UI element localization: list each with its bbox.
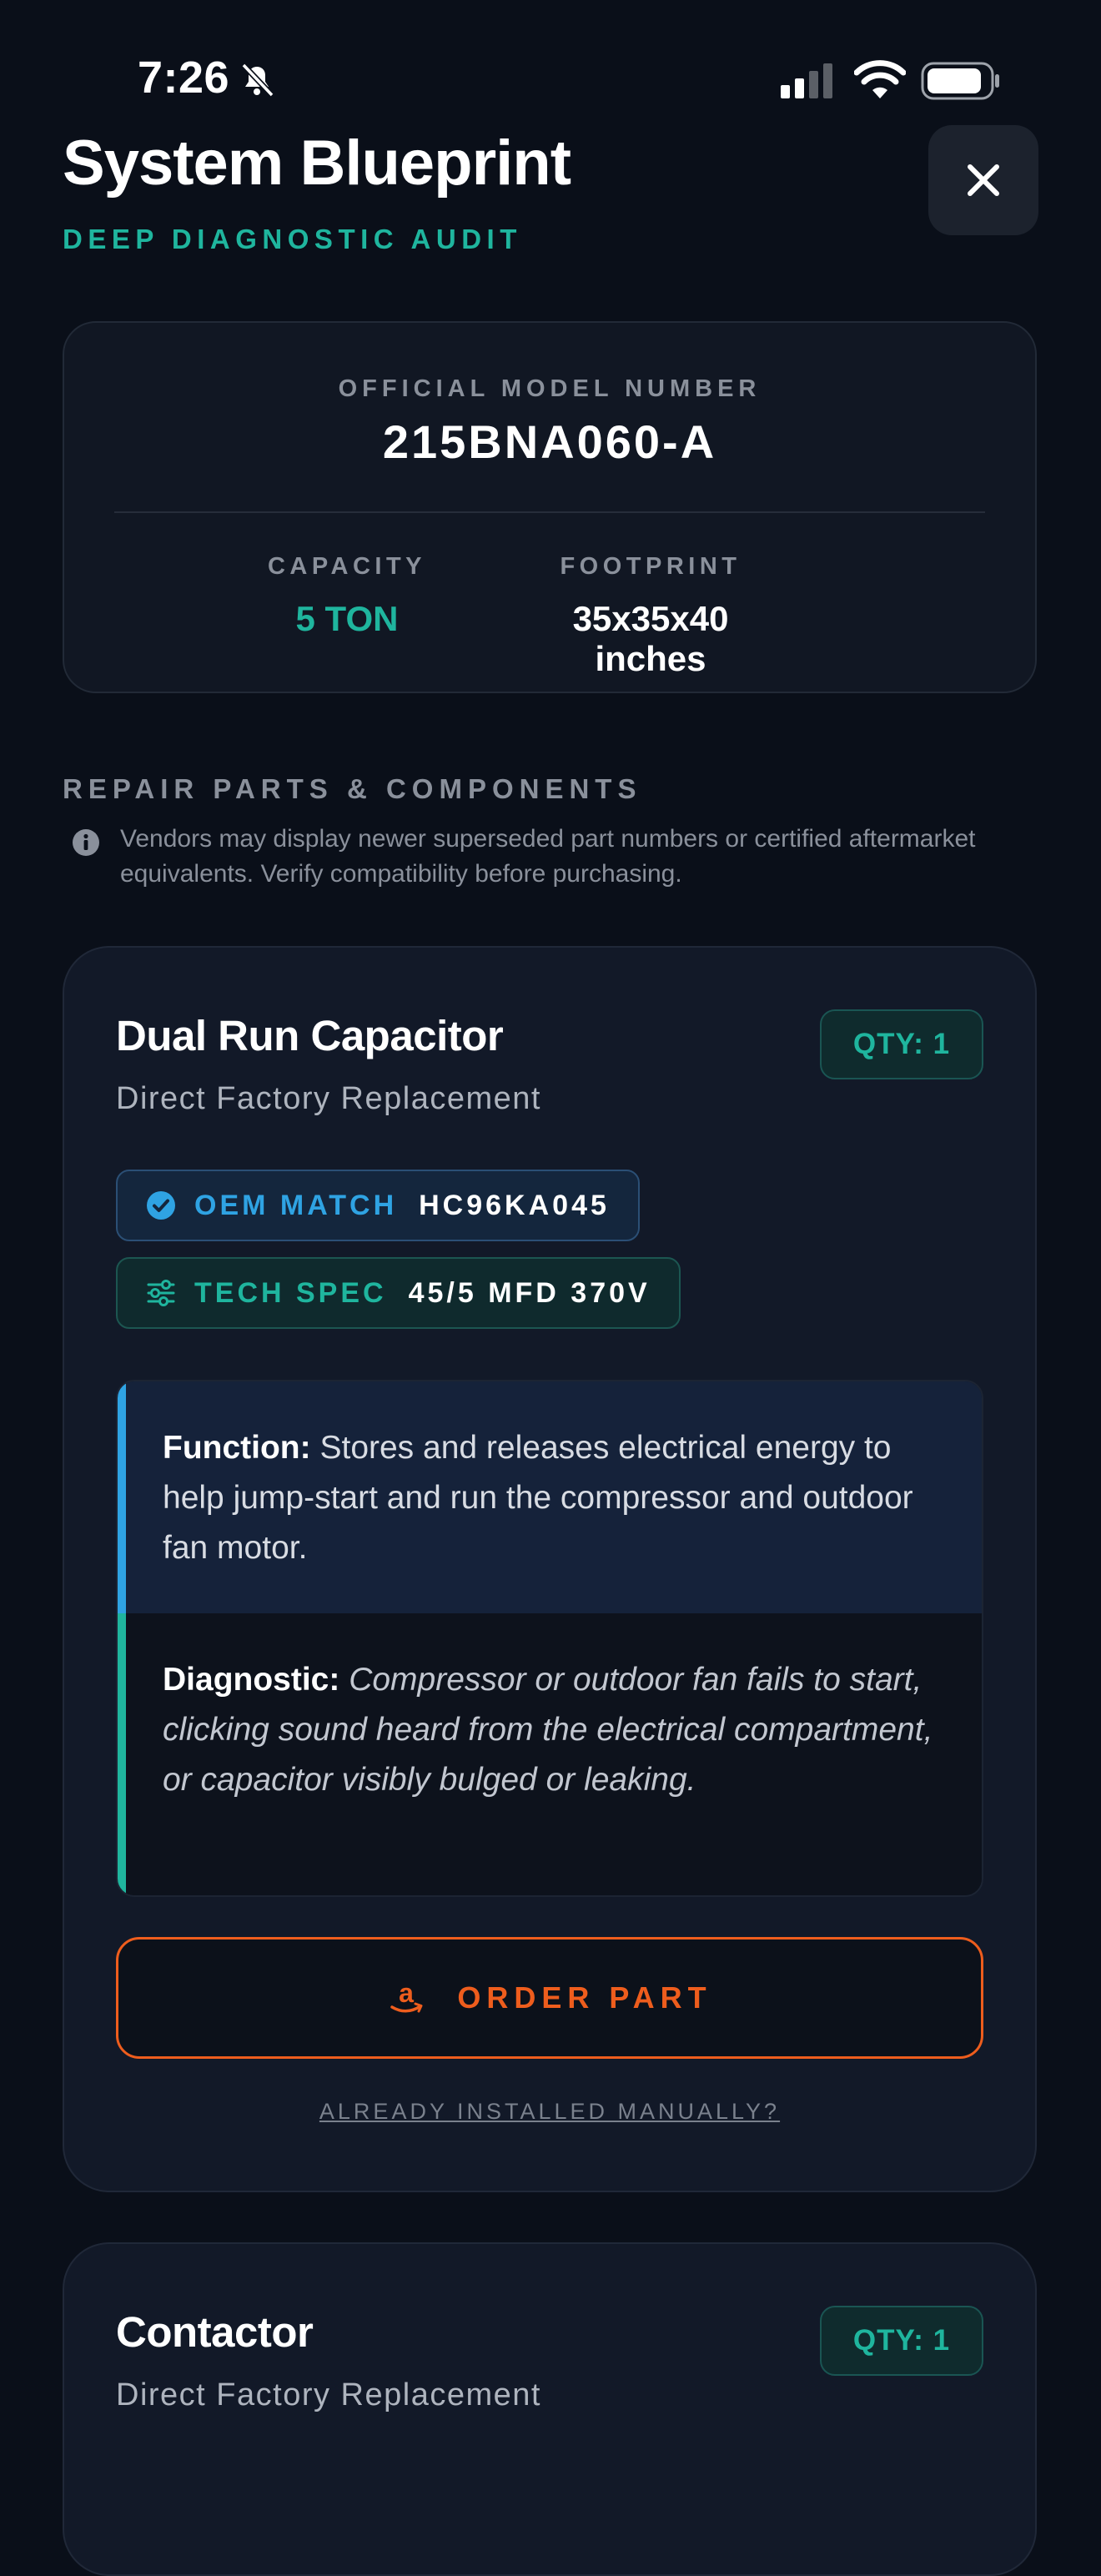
part-subtitle: Direct Factory Replacement xyxy=(116,2377,541,2412)
order-part-button[interactable]: a ORDER PART xyxy=(116,1937,983,2059)
capacity-spec: CAPACITY 5 TON xyxy=(255,553,439,639)
page-title: System Blueprint xyxy=(63,128,571,199)
bell-slash-icon xyxy=(241,63,274,98)
status-bar: 7:26 xyxy=(0,0,1101,125)
close-icon xyxy=(968,164,999,196)
part-card: Contactor Direct Factory Replacement QTY… xyxy=(63,2242,1037,2576)
footprint-label: FOOTPRINT xyxy=(560,553,742,580)
already-installed-link[interactable]: ALREADY INSTALLED MANUALLY? xyxy=(64,2099,1035,2125)
status-time: 7:26 xyxy=(138,53,230,103)
function-label: Function: xyxy=(163,1430,311,1466)
page-subtitle: DEEP DIAGNOSTIC AUDIT xyxy=(63,224,522,254)
part-name: Dual Run Capacitor xyxy=(116,1012,504,1059)
tech-spec-label: TECH SPEC xyxy=(194,1276,387,1309)
function-block: Function: Stores and releases electrical… xyxy=(118,1381,982,1613)
diagnostic-label: Diagnostic: xyxy=(163,1662,340,1698)
part-card: Dual Run Capacitor Direct Factory Replac… xyxy=(63,946,1037,2192)
diagnostic-block: Diagnostic: Compressor or outdoor fan fa… xyxy=(118,1613,982,1895)
order-part-label: ORDER PART xyxy=(457,1980,712,2015)
cellular-signal-icon xyxy=(781,63,832,98)
qty-badge: QTY: 1 xyxy=(820,2306,983,2376)
capacity-value: 5 TON xyxy=(295,599,399,638)
wifi-icon xyxy=(854,60,906,98)
svg-text:a: a xyxy=(399,1979,414,2008)
check-circle-icon xyxy=(147,1191,175,1220)
part-subtitle: Direct Factory Replacement xyxy=(116,1081,541,1116)
footprint-value: 35x35x40 inches xyxy=(572,599,729,678)
model-number-label: OFFICIAL MODEL NUMBER xyxy=(338,375,762,402)
sliders-icon xyxy=(147,1280,175,1306)
info-icon xyxy=(73,829,99,856)
oem-match-label: OEM MATCH xyxy=(194,1189,398,1221)
footprint-spec: FOOTPRINT 35x35x40 inches xyxy=(513,553,788,679)
oem-match-chip: OEM MATCH HC96KA045 xyxy=(116,1170,640,1241)
part-details: Function: Stores and releases electrical… xyxy=(116,1380,983,1897)
section-note: Vendors may display newer superseded par… xyxy=(120,825,976,888)
part-name: Contactor xyxy=(116,2308,314,2356)
qty-badge: QTY: 1 xyxy=(820,1009,983,1079)
tech-spec-value: 45/5 MFD 370V xyxy=(408,1276,651,1309)
battery-icon xyxy=(921,62,999,100)
divider xyxy=(114,511,985,513)
oem-part-number: HC96KA045 xyxy=(419,1189,610,1221)
model-card: OFFICIAL MODEL NUMBER 215BNA060-A CAPACI… xyxy=(63,321,1037,693)
close-button[interactable] xyxy=(928,125,1038,235)
tech-spec-chip: TECH SPEC 45/5 MFD 370V xyxy=(116,1257,681,1329)
model-number: 215BNA060-A xyxy=(382,415,717,468)
amazon-icon: a xyxy=(390,1979,423,2013)
section-title: REPAIR PARTS & COMPONENTS xyxy=(63,773,642,804)
capacity-label: CAPACITY xyxy=(267,553,427,580)
